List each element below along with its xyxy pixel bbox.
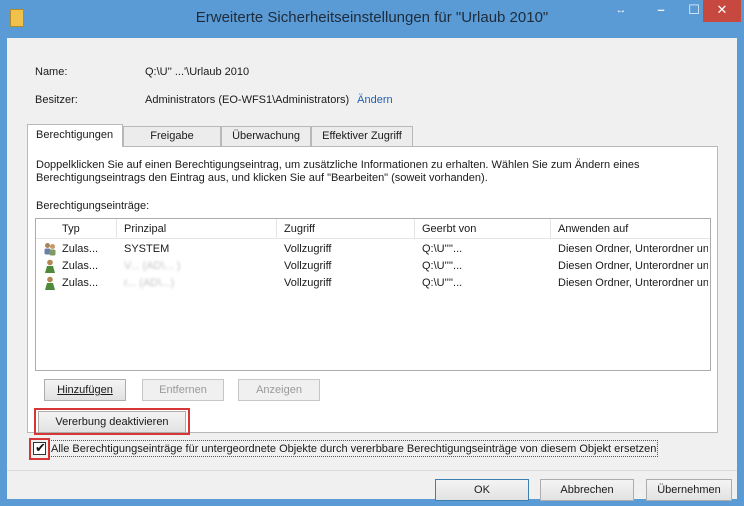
permission-entries-table[interactable]: Typ Prinzipal Zugriff Geerbt von Anwende… [35,218,711,371]
tab-permissions[interactable]: Berechtigungen [27,124,123,147]
entries-label: Berechtigungseinträge: [36,200,150,212]
row-applies-to: Diesen Ordner, Unterordner un... [558,243,708,255]
column-divider[interactable] [116,219,117,239]
column-header-applies-to[interactable]: Anwenden auf [558,223,628,235]
title-bar[interactable]: Erweiterte Sicherheitseinstellungen für … [0,0,744,38]
column-header-access[interactable]: Zugriff [284,223,315,235]
row-type: Zulas... [62,243,99,255]
table-header: Typ Prinzipal Zugriff Geerbt von Anwende… [36,219,710,239]
table-row[interactable]: Zulas... SYSTEM Vollzugriff Q:\U''''... … [36,241,710,258]
row-inherited-from: Q:\U''''... [422,260,463,272]
row-access: Vollzugriff [284,243,332,255]
ok-button[interactable]: OK [435,479,529,501]
tab-effective-access[interactable]: Effektiver Zugriff [311,126,413,146]
disable-inheritance-button[interactable]: Vererbung deaktivieren [38,411,186,433]
column-divider[interactable] [550,219,551,239]
footer-divider [7,470,737,471]
name-label: Name: [35,66,68,78]
owner-value-wrap: Administrators (EO-WFS1\Administrators) Ä… [145,94,393,106]
cancel-button[interactable]: Abbrechen [540,479,634,501]
tab-auditing[interactable]: Überwachung [221,126,311,146]
column-divider[interactable] [276,219,277,239]
row-type: Zulas... [62,277,99,289]
row-principal: r... (AD\...) [124,277,175,289]
column-header-type[interactable]: Typ [62,223,80,235]
remove-button[interactable]: Entfernen [142,379,224,401]
table-row[interactable]: Zulas... V... (AD\... ) Vollzugriff Q:\U… [36,258,710,275]
row-applies-to: Diesen Ordner, Unterordner un... [558,260,708,272]
row-inherited-from: Q:\U''''... [422,277,463,289]
view-button-label: Anzeigen [256,384,302,396]
apply-button[interactable]: Übernehmen [646,479,732,501]
row-principal: V... (AD\... ) [124,260,181,272]
replace-permissions-label[interactable]: Alle Berechtigungseinträge für untergeor… [49,440,659,457]
dialog-body: Name: Q:\U'' ...'\Urlaub 2010 Besitzer: … [7,38,737,501]
owner-change-link[interactable]: Ändern [357,94,392,106]
table-row[interactable]: Zulas... r... (AD\...) Vollzugriff Q:\U'… [36,275,710,292]
row-applies-to: Diesen Ordner, Unterordner un... [558,277,708,289]
name-value: Q:\U'' ...'\Urlaub 2010 [145,66,250,78]
row-access: Vollzugriff [284,277,332,289]
row-type: Zulas... [62,260,99,272]
user-icon [45,259,55,273]
remove-button-label: Entfernen [159,384,207,396]
close-button[interactable]: ✕ [703,0,741,22]
owner-value: Administrators (EO-WFS1\Administrators) [145,94,350,106]
row-access: Vollzugriff [284,260,332,272]
owner-label: Besitzer: [35,94,78,106]
permissions-panel: Doppelklicken Sie auf einen Berechtigung… [27,146,718,435]
minimize-button[interactable]: – [646,0,676,22]
view-button[interactable]: Anzeigen [238,379,320,401]
column-header-inherited-from[interactable]: Geerbt von [422,223,476,235]
row-inherited-from: Q:\U''''... [422,243,548,255]
add-button-label: Hinzufügen [57,384,113,396]
checkmark-icon: ✔ [35,440,46,455]
replace-permissions-checkbox[interactable]: ✔ [33,440,46,455]
resize-arrows-icon[interactable]: ↔ [606,0,636,22]
panel-description: Doppelklicken Sie auf einen Berechtigung… [36,159,640,184]
user-icon [45,276,55,290]
row-principal: SYSTEM [124,243,170,255]
security-settings-window: Erweiterte Sicherheitseinstellungen für … [0,0,744,506]
column-divider[interactable] [414,219,415,239]
group-users-icon [44,243,56,256]
inherited-from-value: Q:\U''''... [422,243,463,255]
add-button[interactable]: Hinzufügen [44,379,126,401]
tab-sharing[interactable]: Freigabe [123,126,221,146]
column-header-principal[interactable]: Prinzipal [124,223,166,235]
